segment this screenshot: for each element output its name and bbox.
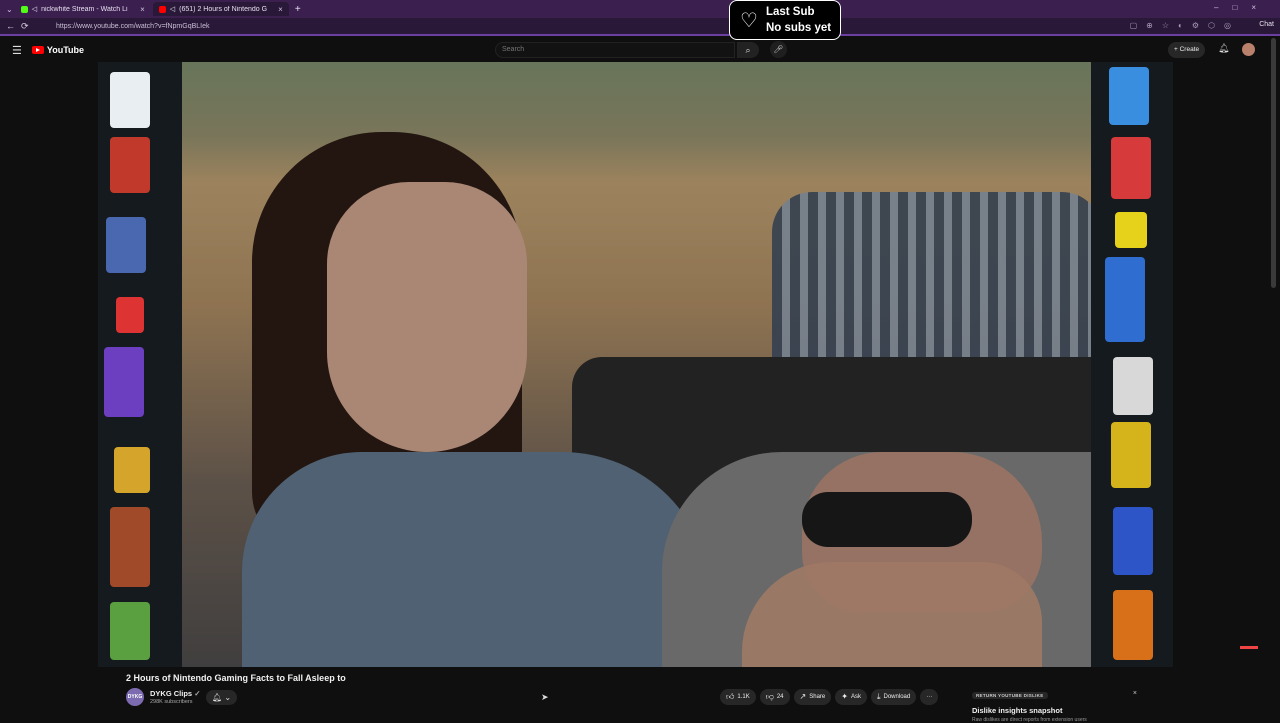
avatar[interactable] — [1242, 43, 1255, 56]
youtube-header: ☰ YouTube Search ⌕ 🎤︎ + Create 🔔︎ — [0, 38, 1280, 62]
tab-kick[interactable]: ◁ nickwhite Stream - Watch Li × — [15, 2, 151, 16]
ask-button[interactable]: ✦ Ask — [835, 689, 867, 705]
heart-icon: ♡ — [740, 9, 758, 32]
page-scrollbar[interactable] — [1271, 38, 1276, 288]
subscription-bell-button[interactable]: 🔔︎ ⌄ — [206, 690, 238, 705]
share-label: Share — [809, 694, 826, 700]
tab-list-icon[interactable]: ⌄ — [6, 5, 13, 14]
video-player[interactable] — [98, 62, 1173, 667]
subscriber-count: 298K subscribers — [150, 699, 193, 705]
thumbs-down-icon: 👎︎ — [765, 692, 774, 701]
pikachu-sprite — [1115, 212, 1147, 248]
verified-icon: ✓ — [194, 689, 201, 698]
panel-heading: Dislike insights snapshot — [972, 706, 1063, 715]
dislike-count: 24 — [776, 694, 784, 700]
download-button[interactable]: ⤓ Download — [870, 689, 917, 705]
purple-ninja-sprite — [104, 347, 144, 417]
tab-title: nickwhite Stream - Watch Li — [41, 5, 128, 13]
youtube-logo-icon — [31, 46, 44, 54]
ninja-sprite — [106, 217, 146, 273]
sprite-rail-right — [1091, 62, 1173, 667]
menu-icon[interactable]: ☰ — [12, 44, 22, 57]
channel-name-text: DYKG Clips — [150, 689, 193, 698]
back-reload-icons[interactable]: ←⟳ — [0, 21, 40, 32]
create-button[interactable]: + Create — [1168, 42, 1206, 58]
tab-title: (651) 2 Hours of Nintendo G — [179, 5, 268, 13]
last-sub-overlay: ♡ Last Sub No subs yet — [729, 0, 841, 40]
like-button[interactable]: 👍︎ 1.1K — [720, 689, 756, 705]
red-indicator — [1240, 646, 1258, 649]
download-icon: ⤓ — [876, 692, 881, 701]
video-frame — [182, 62, 1102, 667]
extension-icons[interactable]: ▢⊕☆◐⚙⬡◎ — [1130, 21, 1240, 30]
speaker-icon: ◁ — [31, 6, 38, 13]
simon-sprite — [110, 507, 150, 587]
overlay-line1: Last Sub — [765, 6, 815, 18]
contra-sprite — [1105, 257, 1145, 342]
sparkle-icon: ✦ — [841, 692, 848, 701]
dislike-button[interactable]: 👎︎ 24 — [759, 689, 790, 705]
search-icon[interactable]: ⌕ — [737, 42, 759, 58]
share-icon: ↗ — [799, 692, 807, 701]
video-title: 2 Hours of Nintendo Gaming Facts to Fall… — [126, 673, 346, 683]
new-tab-button[interactable]: + — [295, 4, 301, 15]
url-field[interactable]: https://www.youtube.com/watch?v=fNpmGqBL… — [56, 23, 210, 30]
mario-sprite — [110, 137, 150, 193]
notifications-icon[interactable]: 🔔︎ — [1218, 43, 1229, 54]
dislike-insights-panel: RETURN YOUTUBE DISLIKE Dislike insights … — [972, 684, 1137, 723]
search-input[interactable]: Search — [495, 42, 735, 58]
sonic-sprite — [1113, 507, 1153, 575]
kid-sprite — [110, 602, 150, 660]
close-tab-icon[interactable]: × — [278, 5, 283, 14]
panel-tag: RETURN YOUTUBE DISLIKE — [972, 692, 1048, 699]
black-mage-sprite — [1111, 422, 1151, 488]
close-icon[interactable]: × — [1133, 690, 1137, 697]
channel-name[interactable]: DYKG Clips ✓ — [150, 689, 200, 698]
window-controls[interactable]: –□× — [1214, 3, 1270, 12]
video-actions: 👍︎ 1.1K 👎︎ 24 ↗ Share ✦ Ask ⤓ Download ··· — [720, 689, 939, 705]
browser-tab-bar: ⌄ ◁ nickwhite Stream - Watch Li × ◁ (651… — [0, 0, 1280, 18]
video-dim-layer — [182, 62, 1091, 667]
fighter-sprite — [1111, 137, 1151, 199]
small-mario-sprite — [116, 297, 144, 333]
like-count: 1.1K — [737, 694, 750, 700]
download-label: Download — [883, 694, 911, 700]
speaker-icon: ◁ — [169, 6, 176, 13]
kick-icon — [20, 5, 28, 13]
samus-sprite — [1113, 590, 1153, 660]
address-bar: ←⟳ https://www.youtube.com/watch?v=fNpmG… — [0, 18, 1280, 36]
microphone-icon[interactable]: 🎤︎ — [770, 41, 787, 58]
panel-subtext: Raw dislikes are direct reports from ext… — [972, 717, 1087, 723]
youtube-icon — [158, 5, 166, 13]
sprite-rail-left — [98, 62, 182, 667]
youtube-logo[interactable]: YouTube — [31, 45, 85, 55]
mouse-cursor-icon: ➤ — [541, 692, 549, 702]
chat-button[interactable]: Chat — [1259, 21, 1274, 28]
link-sprite — [114, 447, 150, 493]
overlay-line2: No subs yet — [765, 22, 832, 34]
youtube-logo-text: YouTube — [46, 45, 85, 55]
channel-avatar[interactable]: DYKG — [126, 688, 144, 706]
more-actions-button[interactable]: ··· — [920, 689, 939, 705]
bomberman-sprite — [110, 72, 150, 128]
white-sprite — [1113, 357, 1153, 415]
thumbs-up-icon: 👍︎ — [726, 692, 735, 701]
megaman-sprite — [1109, 67, 1149, 125]
share-button[interactable]: ↗ Share — [793, 689, 832, 705]
tab-youtube[interactable]: ◁ (651) 2 Hours of Nintendo G × — [152, 2, 289, 16]
ask-label: Ask — [850, 694, 861, 700]
close-tab-icon[interactable]: × — [140, 5, 145, 14]
